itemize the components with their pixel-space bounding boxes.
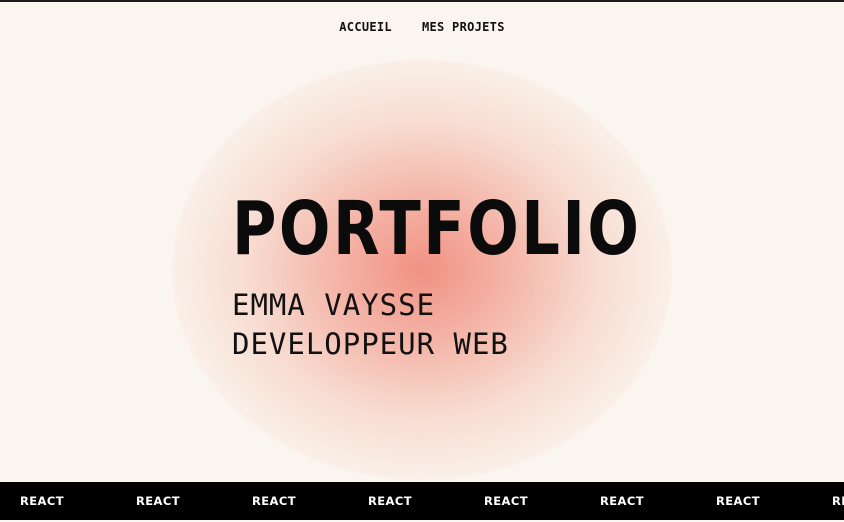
ticker-item: REACT — [484, 494, 528, 508]
author-name: EMMA VAYSSE — [232, 288, 436, 322]
ticker-item: REACT — [252, 494, 296, 508]
nav-link-mes-projets[interactable]: MES PROJETS — [422, 20, 505, 34]
portfolio-title: PORTFOLIO — [232, 186, 642, 272]
nav-link-accueil[interactable]: ACCUEIL — [339, 20, 392, 34]
top-nav: ACCUEIL MES PROJETS — [0, 20, 844, 34]
ticker-item: REACT — [20, 494, 64, 508]
top-border — [0, 0, 844, 2]
ticker-item: REACT — [600, 494, 644, 508]
ticker-item: REACT — [716, 494, 760, 508]
author-role: DEVELOPPEUR WEB — [232, 327, 509, 361]
ticker-item: REACT — [368, 494, 412, 508]
ticker-item: REACT — [832, 494, 844, 508]
ticker-item: REACT — [136, 494, 180, 508]
ticker-track: REACT REACT REACT REACT REACT REACT REAC… — [0, 482, 844, 520]
skills-ticker: REACT REACT REACT REACT REACT REACT REAC… — [0, 482, 844, 520]
hero-subtitle: EMMA VAYSSE DEVELOPPEUR WEB — [232, 286, 509, 364]
